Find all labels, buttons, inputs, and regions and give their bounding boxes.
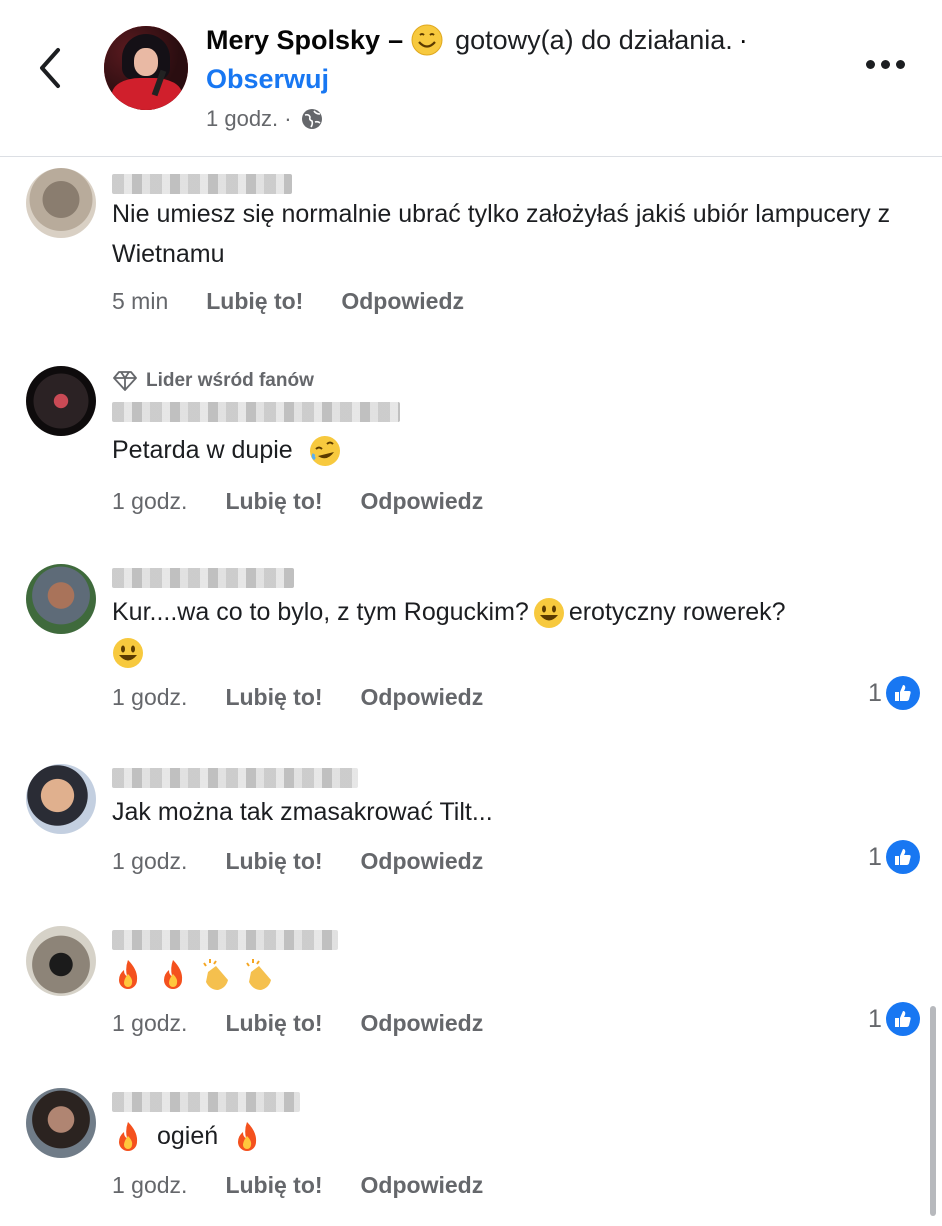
comment-text: Jak można tak zmasakrować Tilt... <box>112 798 493 826</box>
fire-emoji <box>163 960 183 990</box>
comment-actions: 1 godz. Lubię to! Odpowiedz <box>112 1010 483 1037</box>
reaction-count[interactable]: 1 <box>868 840 920 874</box>
comment-time: 1 godz. <box>112 1010 188 1036</box>
comment: 1 godz. Lubię to! Odpowiedz 1 <box>0 922 942 1062</box>
rofl-emoji <box>309 436 340 467</box>
fire-emoji <box>119 960 138 990</box>
comment-time: 1 godz. <box>112 684 188 710</box>
reply-button[interactable]: Odpowiedz <box>361 1010 484 1037</box>
post-time: 1 godz. · <box>206 106 324 132</box>
like-button[interactable]: Lubię to! <box>225 848 322 875</box>
scrollbar[interactable] <box>930 1006 936 1216</box>
status-text: gotowy(a) do działania. <box>455 24 733 55</box>
more-icon[interactable] <box>866 56 916 80</box>
comment-text: Kur....wa co to bylo, z tym Roguckim? ero… <box>112 592 902 672</box>
fire-emoji <box>238 1122 257 1152</box>
comment-actions: 1 godz. Lubię to! Odpowiedz <box>112 488 483 515</box>
like-thumb-icon <box>885 1002 920 1036</box>
post-time-label: 1 godz. · <box>206 106 292 131</box>
comment-text: Nie umiesz się normalnie ubrać tylko zał… <box>112 200 891 268</box>
comment: ogień 1 godz. Lubię to! Odpowiedz <box>0 1084 942 1224</box>
author-avatar[interactable] <box>104 26 188 110</box>
commenter-avatar[interactable] <box>26 926 96 996</box>
comment: Jak można tak zmasakrować Tilt... 1 godz… <box>0 760 942 900</box>
comment-actions: 1 godz. Lubię to! Odpowiedz <box>112 848 483 875</box>
reaction-count[interactable]: 1 <box>868 1002 920 1036</box>
separator-dot: · <box>738 24 748 55</box>
comment-time: 5 min <box>112 288 169 314</box>
reaction-count-label: 1 <box>868 678 882 707</box>
reply-button[interactable]: Odpowiedz <box>341 288 464 315</box>
comment: Lider wśród fanów Petarda w dupie 1 godz… <box>0 360 942 530</box>
reply-button[interactable]: Odpowiedz <box>361 1172 484 1199</box>
like-button[interactable]: Lubię to! <box>225 1010 322 1037</box>
commenter-avatar[interactable] <box>26 168 96 238</box>
commenter-name-blurred[interactable] <box>112 768 358 788</box>
comment: Nie umiesz się normalnie ubrać tylko zał… <box>0 160 942 330</box>
reaction-count[interactable]: 1 <box>868 676 920 710</box>
clap-emoji <box>246 959 271 991</box>
comment-actions: 1 godz. Lubię to! Odpowiedz <box>112 1172 483 1199</box>
reaction-count-label: 1 <box>868 1004 882 1033</box>
comment-text: Petarda w dupie <box>112 430 902 470</box>
author-name[interactable]: Mery Spolsky <box>206 25 380 56</box>
commenter-avatar[interactable] <box>26 1088 96 1158</box>
commenter-name-blurred[interactable] <box>112 1092 300 1112</box>
like-button[interactable]: Lubię to! <box>225 488 322 515</box>
follow-button[interactable]: Obserwuj <box>206 64 329 95</box>
fan-badge-label: Lider wśród fanów <box>146 370 314 391</box>
reply-button[interactable]: Odpowiedz <box>361 848 484 875</box>
reply-button[interactable]: Odpowiedz <box>361 684 484 711</box>
comment: Kur....wa co to bylo, z tym Roguckim? ero… <box>0 560 942 750</box>
comment-text <box>112 954 902 994</box>
comment-actions: 5 min Lubię to! Odpowiedz <box>112 288 464 315</box>
comment-text-label: Kur....wa co to bylo, z tym Roguckim? <box>112 598 529 626</box>
commenter-name-blurred[interactable] <box>112 402 400 422</box>
comment-actions: 1 godz. Lubię to! Odpowiedz <box>112 684 483 711</box>
post-header: Mery Spolsky – gotowy(a) do działania. ·… <box>0 0 942 157</box>
reaction-count-label: 1 <box>868 842 882 871</box>
author-line: Mery Spolsky – gotowy(a) do działania. · <box>206 24 748 56</box>
fan-badge: Lider wśród fanów <box>112 370 314 392</box>
comment-text-label: ogień <box>156 1122 219 1150</box>
fire-emoji <box>119 1122 138 1152</box>
author-dash: – <box>388 24 404 55</box>
comment-time: 1 godz. <box>112 1172 188 1198</box>
comment-text: ogień <box>112 1116 902 1156</box>
commenter-name-blurred[interactable] <box>112 930 338 950</box>
like-button[interactable]: Lubię to! <box>206 288 303 315</box>
back-icon[interactable] <box>30 44 70 92</box>
like-thumb-icon <box>885 840 920 874</box>
smiley-emoji <box>411 24 443 56</box>
reply-button[interactable]: Odpowiedz <box>361 488 484 515</box>
comment-text-label-2: erotyczny rowerek? <box>568 598 786 626</box>
smiley-emoji <box>113 638 143 669</box>
comment-time: 1 godz. <box>112 848 188 874</box>
globe-icon <box>301 109 322 129</box>
commenter-avatar[interactable] <box>26 366 96 436</box>
smiley-emoji <box>533 598 564 629</box>
like-thumb-icon <box>885 676 920 710</box>
comment-time: 1 godz. <box>112 488 188 514</box>
clap-emoji <box>203 959 228 991</box>
diamond-icon <box>113 371 137 391</box>
comment-text-label: Petarda w dupie <box>112 436 293 464</box>
commenter-name-blurred[interactable] <box>112 568 294 588</box>
like-button[interactable]: Lubię to! <box>225 684 322 711</box>
commenter-avatar[interactable] <box>26 764 96 834</box>
commenter-name-blurred[interactable] <box>112 174 292 194</box>
like-button[interactable]: Lubię to! <box>225 1172 322 1199</box>
commenter-avatar[interactable] <box>26 564 96 634</box>
